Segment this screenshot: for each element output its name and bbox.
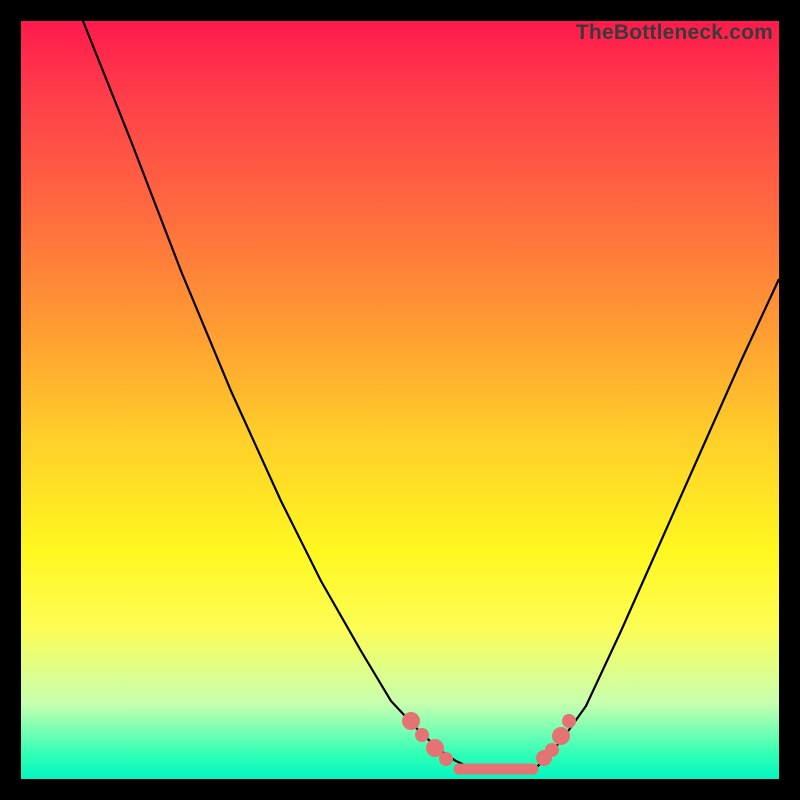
markers-right-group bbox=[536, 714, 576, 766]
chart-marker bbox=[545, 743, 559, 757]
bottleneck-curve-chart bbox=[21, 21, 779, 779]
chart-marker bbox=[439, 752, 453, 766]
curve-left-branch bbox=[83, 21, 471, 768]
chart-marker bbox=[402, 712, 420, 730]
markers-left-group bbox=[402, 712, 453, 766]
chart-marker bbox=[415, 728, 429, 742]
chart-marker bbox=[552, 727, 570, 745]
chart-frame: TheBottleneck.com bbox=[21, 21, 779, 779]
curve-right-branch bbox=[536, 279, 779, 768]
chart-marker bbox=[562, 714, 576, 728]
